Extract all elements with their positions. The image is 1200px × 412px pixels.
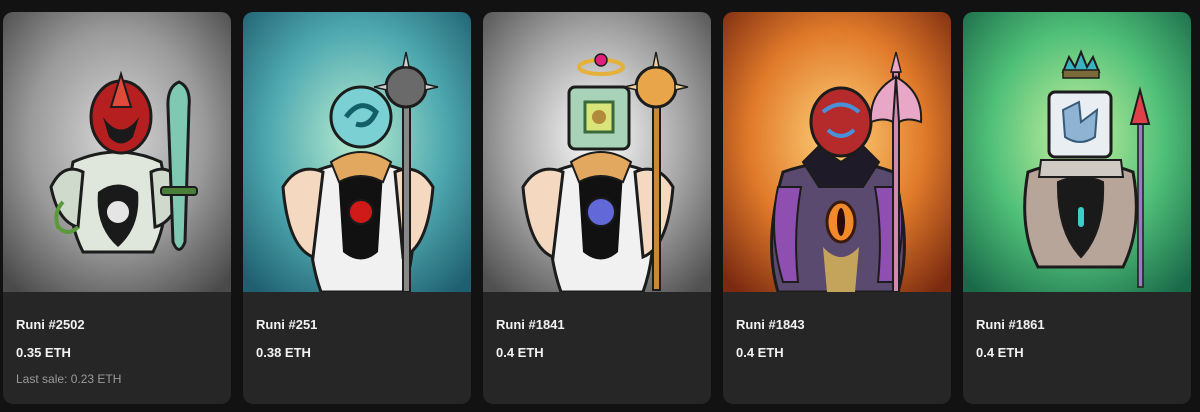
nft-card[interactable]: Runi #251 0.38 ETH	[243, 12, 471, 404]
nft-card[interactable]: Runi #1861 0.4 ETH	[963, 12, 1191, 404]
nft-price: 0.35 ETH	[16, 345, 71, 360]
nft-price: 0.4 ETH	[736, 345, 784, 360]
nft-last-sale: Last sale: 0.23 ETH	[16, 372, 122, 386]
nft-name[interactable]: Runi #2502	[16, 317, 85, 332]
runi-character-image	[723, 12, 951, 292]
runi-character-image	[963, 12, 1191, 292]
nft-name[interactable]: Runi #251	[256, 317, 317, 332]
runi-character-image	[483, 12, 711, 292]
nft-name[interactable]: Runi #1841	[496, 317, 565, 332]
nft-card[interactable]: Runi #1843 0.4 ETH	[723, 12, 951, 404]
nft-grid: Runi #2502 0.35 ETH Last sale: 0.23 ETH	[0, 0, 1200, 412]
nft-image[interactable]	[723, 12, 951, 292]
nft-info: Runi #251 0.38 ETH	[243, 292, 471, 404]
nft-price: 0.38 ETH	[256, 345, 311, 360]
nft-info: Runi #2502 0.35 ETH Last sale: 0.23 ETH	[3, 292, 231, 404]
nft-card[interactable]: Runi #2502 0.35 ETH Last sale: 0.23 ETH	[3, 12, 231, 404]
nft-info: Runi #1861 0.4 ETH	[963, 292, 1191, 404]
runi-character-image	[243, 12, 471, 292]
nft-card[interactable]: Runi #1841 0.4 ETH	[483, 12, 711, 404]
nft-image[interactable]	[243, 12, 471, 292]
runi-character-image	[3, 12, 231, 292]
nft-price: 0.4 ETH	[496, 345, 544, 360]
nft-image[interactable]	[963, 12, 1191, 292]
nft-info: Runi #1843 0.4 ETH	[723, 292, 951, 404]
nft-name[interactable]: Runi #1843	[736, 317, 805, 332]
nft-image[interactable]	[3, 12, 231, 292]
nft-price: 0.4 ETH	[976, 345, 1024, 360]
nft-image[interactable]	[483, 12, 711, 292]
nft-info: Runi #1841 0.4 ETH	[483, 292, 711, 404]
nft-name[interactable]: Runi #1861	[976, 317, 1045, 332]
